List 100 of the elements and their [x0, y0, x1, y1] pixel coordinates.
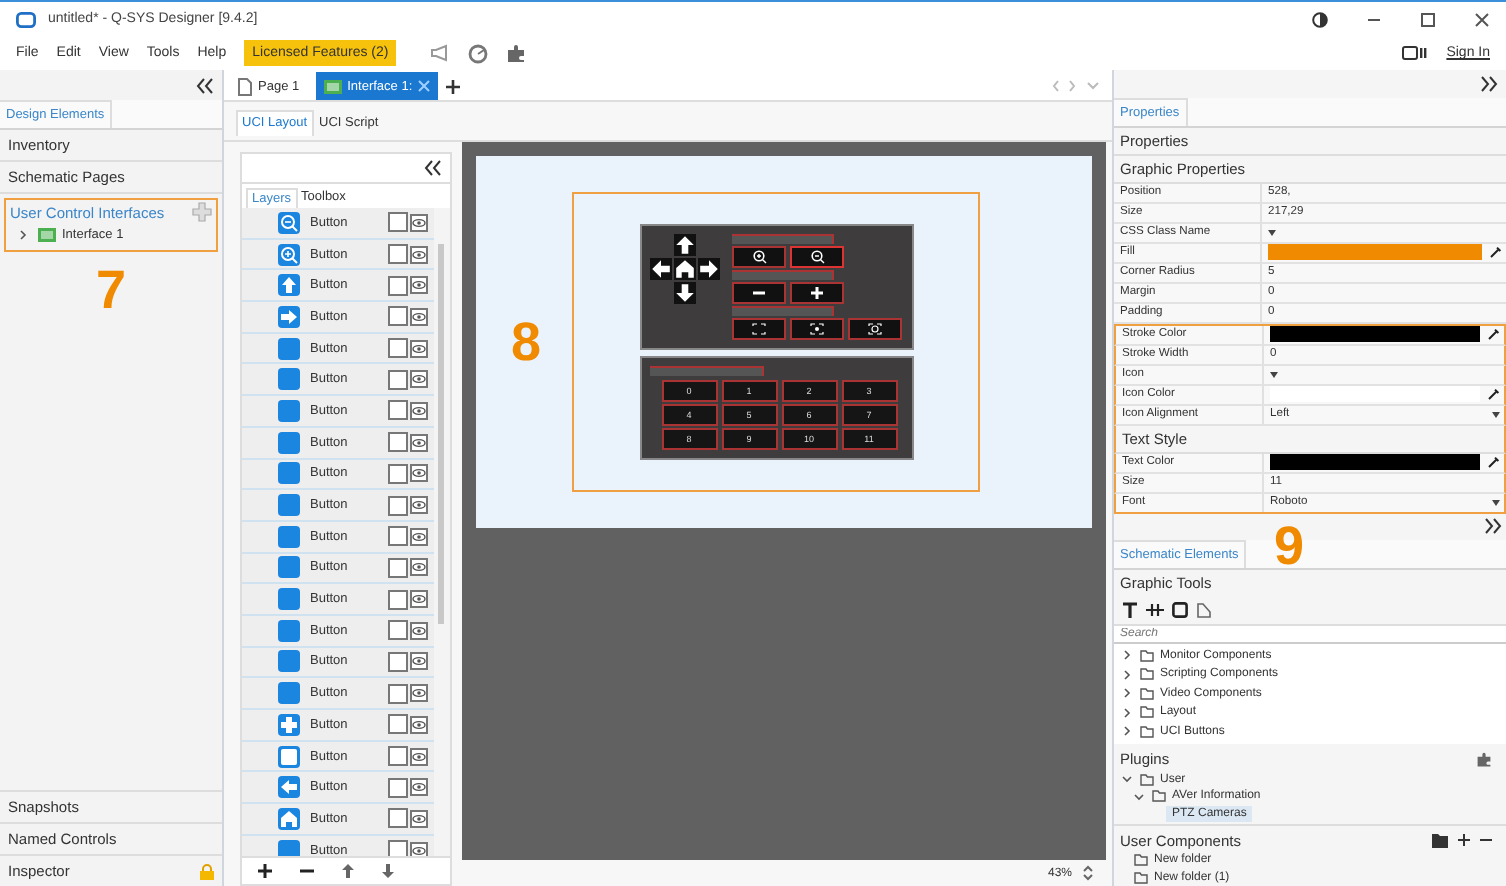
- lock-checkbox[interactable]: [388, 400, 408, 421]
- new-folder-icon[interactable]: [1432, 833, 1448, 848]
- lock-checkbox[interactable]: [388, 212, 408, 233]
- text-tool-icon[interactable]: [1122, 601, 1138, 618]
- eye-icon[interactable]: [410, 464, 428, 483]
- lock-checkbox[interactable]: [388, 557, 408, 578]
- lock-checkbox[interactable]: [388, 777, 408, 798]
- puzzle-icon[interactable]: [506, 43, 527, 63]
- eye-icon[interactable]: [410, 652, 428, 671]
- lock-checkbox[interactable]: [388, 683, 408, 704]
- expand-chevron-icon[interactable]: [1122, 669, 1132, 680]
- lock-checkbox[interactable]: [388, 746, 408, 767]
- lock-checkbox[interactable]: [388, 808, 408, 829]
- gauge-icon[interactable]: [468, 43, 489, 63]
- expand-chevron-icon[interactable]: [1122, 774, 1132, 785]
- eye-icon[interactable]: [410, 307, 428, 326]
- focus-icon[interactable]: [789, 318, 843, 340]
- eye-icon[interactable]: [410, 841, 428, 856]
- add-icon[interactable]: [1458, 834, 1470, 847]
- lock-checkbox[interactable]: [388, 495, 408, 516]
- expand-chevron-icon[interactable]: [1122, 707, 1132, 718]
- eye-icon[interactable]: [410, 684, 428, 703]
- button-swatch-icon: [278, 682, 300, 705]
- collapse-section-icon[interactable]: [1484, 518, 1502, 535]
- eye-icon[interactable]: [410, 558, 428, 577]
- minus-icon[interactable]: [731, 282, 785, 304]
- magnifier-icon[interactable]: [731, 246, 785, 268]
- lock-checkbox[interactable]: [388, 369, 408, 390]
- lock-checkbox[interactable]: [388, 714, 408, 735]
- device-icon: [1402, 46, 1429, 60]
- lock-checkbox[interactable]: [388, 463, 408, 484]
- expand-chevron-icon[interactable]: [1122, 650, 1132, 661]
- eyedropper-icon[interactable]: [1488, 456, 1500, 469]
- eyedropper-icon[interactable]: [1488, 328, 1500, 341]
- eye-icon[interactable]: [410, 527, 428, 546]
- expand-chevron-icon[interactable]: [18, 230, 28, 240]
- remove-icon[interactable]: [1480, 834, 1492, 847]
- home-icon[interactable]: [673, 258, 695, 280]
- move-up-icon[interactable]: [342, 864, 354, 878]
- add-tab-icon[interactable]: [446, 79, 461, 93]
- shape-tool-icon[interactable]: [1196, 601, 1212, 618]
- expand-chevron-icon[interactable]: [1134, 791, 1144, 802]
- add-icon[interactable]: [258, 864, 272, 878]
- move-down-icon[interactable]: [382, 864, 394, 878]
- megaphone-icon[interactable]: [430, 44, 451, 62]
- arrow-icon[interactable]: [673, 282, 695, 304]
- zoom-stepper-icon[interactable]: [1082, 864, 1094, 882]
- focus-icon[interactable]: [847, 318, 901, 340]
- lock-checkbox[interactable]: [388, 840, 408, 856]
- close-icon[interactable]: [1474, 11, 1490, 27]
- collapse-right-icon[interactable]: [1480, 75, 1498, 92]
- eye-icon[interactable]: [410, 747, 428, 766]
- dropdown-caret-icon: [1492, 411, 1500, 418]
- eye-icon[interactable]: [410, 339, 428, 358]
- lock-checkbox[interactable]: [388, 244, 408, 265]
- collapse-panel-icon[interactable]: [424, 160, 442, 176]
- eye-icon[interactable]: [410, 276, 428, 295]
- eye-icon[interactable]: [410, 370, 428, 389]
- eye-icon[interactable]: [410, 213, 428, 232]
- button-swatch-icon: [278, 462, 300, 485]
- eye-icon[interactable]: [410, 590, 428, 609]
- remove-icon[interactable]: [300, 864, 314, 878]
- contrast-icon[interactable]: [1312, 11, 1328, 27]
- expand-chevron-icon[interactable]: [1122, 726, 1132, 737]
- rectangle-tool-icon[interactable]: [1172, 601, 1188, 618]
- color-swatch[interactable]: [1270, 326, 1480, 343]
- color-swatch[interactable]: [1268, 244, 1482, 261]
- magnifier-icon[interactable]: [789, 246, 843, 268]
- plus-icon[interactable]: [789, 282, 843, 304]
- eyedropper-icon[interactable]: [1490, 246, 1502, 259]
- lock-checkbox[interactable]: [388, 526, 408, 547]
- eye-icon[interactable]: [410, 621, 428, 640]
- lock-checkbox[interactable]: [388, 620, 408, 641]
- lock-checkbox[interactable]: [388, 275, 408, 296]
- maximize-icon[interactable]: [1420, 11, 1436, 27]
- eye-icon[interactable]: [410, 496, 428, 515]
- focus-icon[interactable]: [731, 318, 785, 340]
- expand-chevron-icon[interactable]: [1122, 688, 1132, 699]
- connector-tool-icon[interactable]: [1146, 601, 1164, 618]
- arrow-icon[interactable]: [649, 258, 671, 280]
- button-swatch-icon: [278, 337, 300, 360]
- lock-checkbox[interactable]: [388, 589, 408, 610]
- eyedropper-icon[interactable]: [1488, 388, 1500, 401]
- eye-icon[interactable]: [410, 809, 428, 828]
- eye-icon[interactable]: [410, 433, 428, 452]
- arrow-icon[interactable]: [697, 258, 719, 280]
- eye-icon[interactable]: [410, 715, 428, 734]
- eye-icon[interactable]: [410, 401, 428, 420]
- scrollbar[interactable]: [434, 208, 450, 856]
- lock-checkbox[interactable]: [388, 651, 408, 672]
- lock-checkbox[interactable]: [388, 432, 408, 453]
- eye-icon[interactable]: [410, 245, 428, 264]
- arrow-icon[interactable]: [673, 234, 695, 256]
- eye-icon[interactable]: [410, 778, 428, 797]
- color-swatch[interactable]: [1270, 386, 1480, 403]
- collapse-left-icon[interactable]: [196, 77, 214, 93]
- puzzle-icon[interactable]: [1476, 751, 1492, 768]
- lock-checkbox[interactable]: [388, 338, 408, 359]
- color-swatch[interactable]: [1270, 454, 1480, 471]
- lock-checkbox[interactable]: [388, 306, 408, 327]
